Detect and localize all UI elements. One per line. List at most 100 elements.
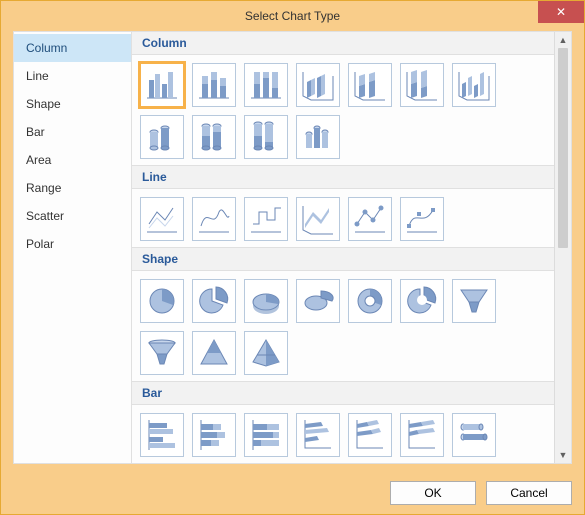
chart-tile[interactable] — [140, 413, 184, 457]
scroll-up-icon: ▲ — [555, 32, 571, 48]
chart-tile[interactable] — [244, 279, 288, 323]
stacked-bar-2d-icon — [197, 418, 231, 452]
section-header-line: Line — [132, 165, 554, 189]
close-button[interactable]: ✕ — [538, 1, 584, 23]
chart-tile[interactable] — [140, 331, 184, 375]
sidebar-item-scatter[interactable]: Scatter — [14, 202, 131, 230]
chart-tile[interactable] — [400, 279, 444, 323]
chart-tile[interactable] — [192, 331, 236, 375]
clustered-column-2d-icon — [145, 68, 179, 102]
ok-button[interactable]: OK — [390, 481, 476, 505]
close-icon: ✕ — [556, 5, 566, 19]
chart-tile[interactable] — [244, 197, 288, 241]
sidebar-item-label: Polar — [26, 237, 54, 251]
funnel-icon — [457, 284, 491, 318]
100pct-stacked-cylinder-icon — [249, 120, 283, 154]
main-wrap: Column Line — [132, 32, 571, 463]
sidebar-item-polar[interactable]: Polar — [14, 230, 131, 258]
dialog-footer: OK Cancel — [1, 472, 584, 514]
sidebar-item-label: Scatter — [26, 209, 64, 223]
doughnut-exploded-icon — [405, 284, 439, 318]
tile-row-bar — [132, 405, 554, 463]
stacked-bar-3d-icon — [353, 418, 387, 452]
stacked-column-2d-icon — [197, 68, 231, 102]
sidebar-item-label: Column — [26, 41, 67, 55]
spline-with-markers-icon — [405, 202, 439, 236]
tile-row-line — [132, 189, 554, 247]
sidebar-item-label: Bar — [26, 125, 45, 139]
chart-tile[interactable] — [348, 197, 392, 241]
chart-tile[interactable] — [452, 63, 496, 107]
pyramid-icon — [197, 336, 231, 370]
chart-tile[interactable] — [192, 197, 236, 241]
chart-tile[interactable] — [244, 413, 288, 457]
100pct-stacked-bar-3d-icon — [405, 418, 439, 452]
chart-tile[interactable] — [348, 279, 392, 323]
chart-tile[interactable] — [296, 197, 340, 241]
line-3d-icon — [301, 202, 335, 236]
sidebar-item-label: Area — [26, 153, 51, 167]
sidebar-item-label: Line — [26, 69, 49, 83]
tile-row-column — [132, 55, 554, 165]
chart-tile[interactable] — [400, 197, 444, 241]
scroll-down-icon: ▼ — [555, 447, 571, 463]
bar-3d-icon — [457, 418, 491, 452]
chart-tile[interactable] — [140, 63, 184, 107]
chart-tile[interactable] — [400, 413, 444, 457]
chart-tile[interactable] — [244, 115, 288, 159]
chart-tile[interactable] — [140, 197, 184, 241]
dialog-body: Column Line Shape Bar Area Range Scatter… — [13, 31, 572, 464]
select-chart-type-dialog: Select Chart Type ✕ Column Line Shape Ba… — [0, 0, 585, 515]
chart-tile[interactable] — [140, 115, 184, 159]
chart-tile[interactable] — [452, 279, 496, 323]
pie-exploded-2d-icon — [197, 284, 231, 318]
chart-tile[interactable] — [244, 63, 288, 107]
chart-tile[interactable] — [192, 413, 236, 457]
stacked-column-3d-icon — [353, 68, 387, 102]
sidebar-item-shape[interactable]: Shape — [14, 90, 131, 118]
line-icon — [145, 202, 179, 236]
chart-tile[interactable] — [192, 279, 236, 323]
chart-tile[interactable] — [452, 413, 496, 457]
sidebar-item-range[interactable]: Range — [14, 174, 131, 202]
sidebar-item-bar[interactable]: Bar — [14, 118, 131, 146]
spline-icon — [197, 202, 231, 236]
chart-tile[interactable] — [296, 115, 340, 159]
pie-3d-icon — [249, 284, 283, 318]
chart-tile[interactable] — [244, 331, 288, 375]
clustered-bar-2d-icon — [145, 418, 179, 452]
chart-tile[interactable] — [192, 63, 236, 107]
scrollbar-thumb[interactable] — [558, 48, 568, 248]
stacked-cylinder-icon — [197, 120, 231, 154]
chart-tile[interactable] — [296, 279, 340, 323]
sidebar-item-label: Range — [26, 181, 61, 195]
clustered-bar-3d-icon — [301, 418, 335, 452]
chart-tile[interactable] — [348, 413, 392, 457]
sidebar-item-label: Shape — [26, 97, 61, 111]
cancel-button[interactable]: Cancel — [486, 481, 572, 505]
sidebar-item-area[interactable]: Area — [14, 146, 131, 174]
dialog-title: Select Chart Type — [245, 9, 340, 23]
100pct-stacked-column-2d-icon — [249, 68, 283, 102]
chart-tile[interactable] — [140, 279, 184, 323]
section-header-shape: Shape — [132, 247, 554, 271]
chart-tile[interactable] — [400, 63, 444, 107]
pie-exploded-3d-icon — [301, 284, 335, 318]
pie-2d-icon — [145, 284, 179, 318]
section-header-column: Column — [132, 32, 554, 55]
sidebar-item-line[interactable]: Line — [14, 62, 131, 90]
chart-gallery: Column Line — [132, 32, 554, 463]
chart-tile[interactable] — [348, 63, 392, 107]
column-3d-icon — [457, 68, 491, 102]
chart-tile[interactable] — [192, 115, 236, 159]
100pct-stacked-bar-2d-icon — [249, 418, 283, 452]
chart-tile[interactable] — [296, 63, 340, 107]
sidebar-item-column[interactable]: Column — [14, 34, 131, 62]
line-with-markers-icon — [353, 202, 387, 236]
pyramid-3d-icon — [249, 336, 283, 370]
category-sidebar: Column Line Shape Bar Area Range Scatter… — [14, 32, 132, 463]
vertical-scrollbar[interactable]: ▲ ▼ — [554, 32, 571, 463]
title-bar: Select Chart Type ✕ — [1, 1, 584, 31]
step-line-icon — [249, 202, 283, 236]
chart-tile[interactable] — [296, 413, 340, 457]
